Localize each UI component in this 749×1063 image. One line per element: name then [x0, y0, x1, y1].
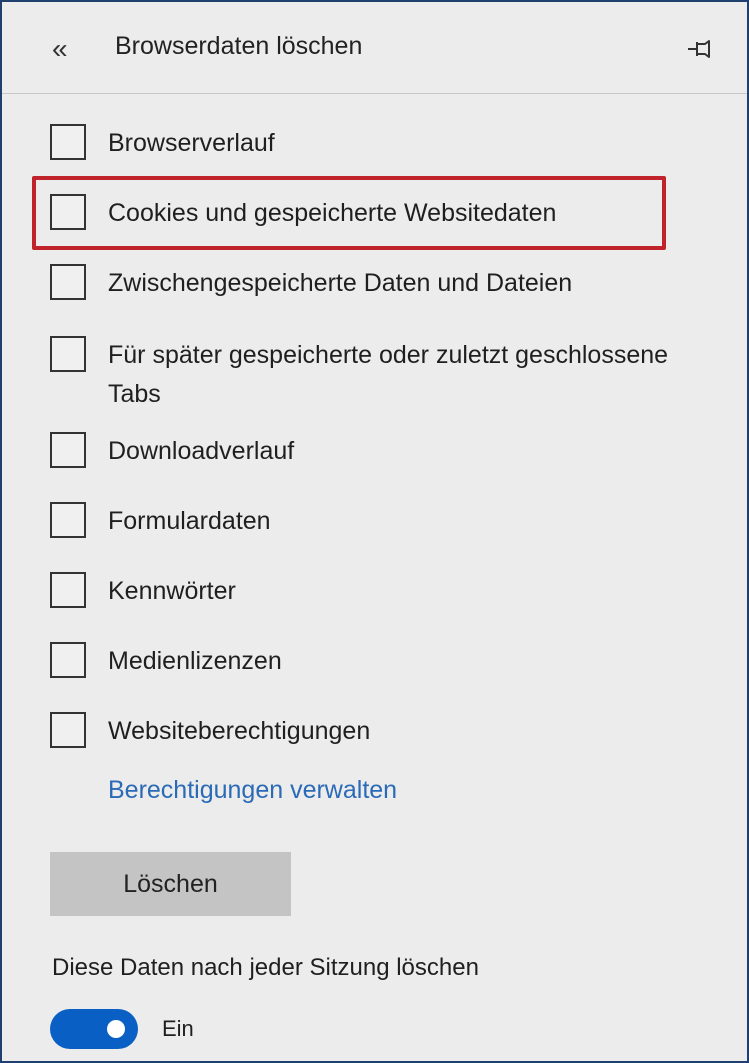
toggle-state-label: Ein	[162, 1016, 194, 1041]
checkbox-kennwoerter[interactable]: Kennwörter	[50, 572, 740, 620]
checkbox-saved-tabs[interactable]: Für später gespeicherte oder zuletzt ges…	[50, 336, 740, 416]
pin-icon[interactable]	[685, 33, 721, 65]
checkbox-label: Downloadverlauf	[108, 437, 295, 465]
checkbox-box[interactable]	[50, 432, 86, 468]
checkbox-box[interactable]	[50, 502, 86, 538]
highlight-frame	[32, 176, 666, 250]
checkbox-box[interactable]	[50, 572, 86, 608]
checkbox-formulardaten[interactable]: Formulardaten	[50, 502, 740, 550]
checkbox-label: Kennwörter	[108, 577, 236, 605]
checkbox-label: Websiteberechtigungen	[108, 717, 371, 745]
manage-permissions-link[interactable]: Berechtigungen verwalten	[108, 776, 397, 805]
panel-title: Browserdaten löschen	[115, 32, 363, 60]
clear-on-exit-toggle[interactable]	[50, 1009, 138, 1049]
panel-header: « Browserdaten löschen	[2, 2, 747, 94]
checkbox-medienlizenzen[interactable]: Medienlizenzen	[50, 642, 740, 690]
checkbox-box[interactable]	[50, 264, 86, 300]
checkbox-box[interactable]	[50, 712, 86, 748]
checkbox-label: Für später gespeicherte oder zuletzt ges…	[108, 341, 669, 408]
checkbox-label: Browserverlauf	[108, 129, 275, 157]
back-icon[interactable]: «	[52, 30, 92, 70]
checkbox-browserverlauf[interactable]: Browserverlauf	[50, 124, 740, 172]
clear-browsing-data-panel: « Browserdaten löschen Browserverlauf Co…	[0, 0, 749, 1063]
checkbox-cache[interactable]: Zwischengespeicherte Daten und Dateien	[50, 264, 740, 312]
checkbox-label: Formulardaten	[108, 507, 271, 535]
checkbox-label: Zwischengespeicherte Daten und Dateien	[108, 269, 573, 297]
toggle-knob	[107, 1020, 125, 1038]
checkbox-box[interactable]	[50, 124, 86, 160]
checkbox-box[interactable]	[50, 642, 86, 678]
checkbox-websiteberechtigungen[interactable]: Websiteberechtigungen	[50, 712, 740, 760]
checkbox-label: Medienlizenzen	[108, 647, 282, 675]
clear-on-exit-label: Diese Daten nach jeder Sitzung löschen	[52, 954, 479, 981]
checkbox-box[interactable]	[50, 336, 86, 372]
delete-button[interactable]: Löschen	[50, 852, 291, 916]
checkbox-downloadverlauf[interactable]: Downloadverlauf	[50, 432, 740, 480]
